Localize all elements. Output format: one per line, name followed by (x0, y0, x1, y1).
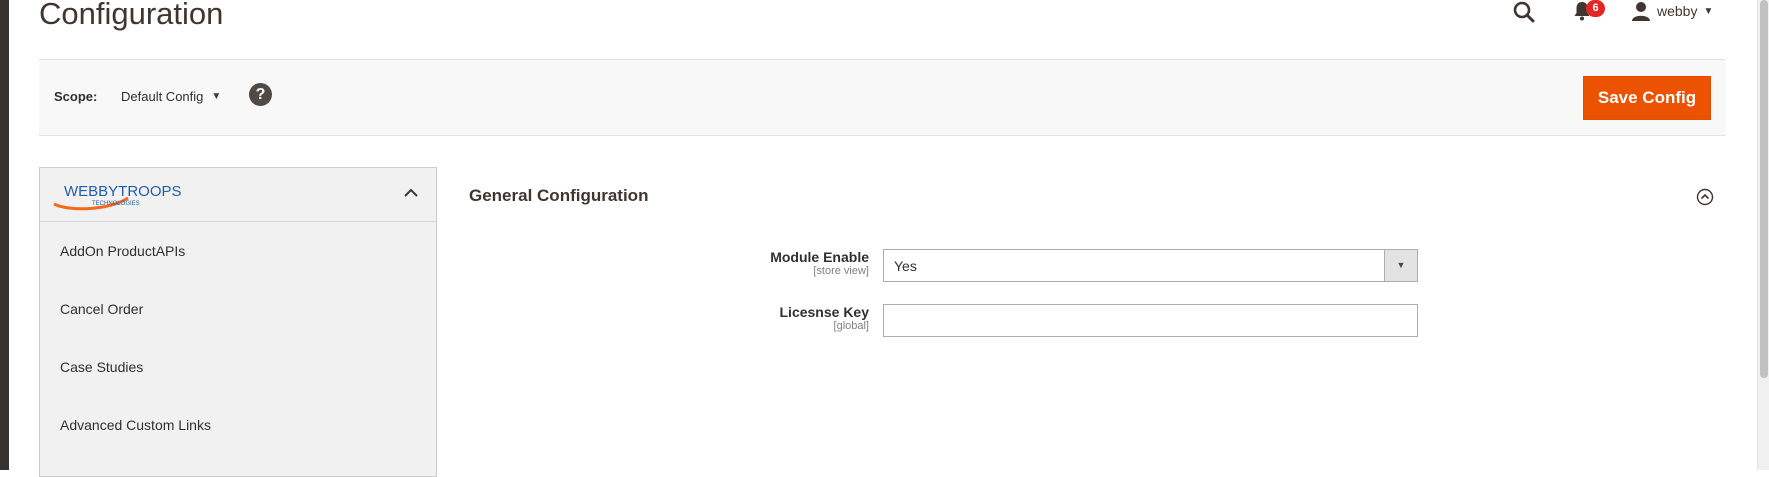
chevron-down-icon: ▼ (1384, 250, 1417, 281)
user-icon (1632, 2, 1650, 21)
module-enable-scope: [store view] (813, 265, 869, 277)
license-key-scope: [global] (833, 320, 869, 332)
search-icon[interactable] (1512, 0, 1536, 24)
module-enable-select[interactable]: Yes ▼ (883, 249, 1418, 282)
chevron-up-icon (404, 188, 418, 197)
chevron-down-icon: ▼ (1703, 5, 1714, 17)
logo-text: WEBBYTROOPS (64, 183, 182, 200)
sidebar-item-addon-productapis[interactable]: AddOn ProductAPIs (40, 222, 436, 280)
section-title[interactable]: General Configuration (469, 186, 648, 206)
field-label: Module Enable [store view] (770, 249, 869, 277)
scope-label: Scope: (54, 89, 98, 104)
sidebar-item-advanced-custom-links[interactable]: Advanced Custom Links (40, 396, 436, 454)
save-config-button[interactable]: Save Config (1583, 76, 1711, 120)
scope-value: Default Config (121, 89, 204, 104)
webbytroops-logo: WEBBYTROOPS TECHNOLOGIES (53, 183, 182, 211)
help-icon[interactable]: ? (249, 83, 272, 106)
collapse-section-icon[interactable] (1696, 188, 1714, 206)
sidebar-tab-header[interactable]: WEBBYTROOPS TECHNOLOGIES (40, 168, 436, 222)
user-menu[interactable]: webby ▼ (1631, 0, 1713, 22)
module-enable-value: Yes (894, 258, 917, 274)
scrollbar[interactable] (1757, 0, 1769, 470)
field-row-license-key: Licesnse Key [global] (700, 304, 1420, 344)
scrollbar-thumb[interactable] (1760, 0, 1768, 378)
logo-subtext: TECHNOLOGIES (92, 201, 140, 207)
page-title: Configuration (39, 0, 224, 31)
sidebar-item-cancel-order[interactable]: Cancel Order (40, 280, 436, 338)
sidebar-item-case-studies[interactable]: Case Studies (40, 338, 436, 396)
module-enable-label: Module Enable (770, 249, 869, 265)
window-edge (0, 0, 9, 470)
license-key-input[interactable] (883, 304, 1418, 337)
field-row-module-enable: Module Enable [store view] Yes ▼ (700, 249, 1420, 289)
license-key-label: Licesnse Key (779, 304, 870, 320)
sidebar-list: AddOn ProductAPIs Cancel Order Case Stud… (40, 222, 436, 454)
notifications-badge: 6 (1586, 0, 1605, 17)
notifications-button[interactable]: 6 (1573, 0, 1605, 24)
chevron-down-icon: ▼ (211, 91, 222, 102)
field-label: Licesnse Key [global] (780, 304, 870, 332)
scope-switcher[interactable]: Default Config ▼ (121, 89, 221, 104)
scope-bar: Scope: Default Config ▼ ? Save Config (39, 59, 1726, 136)
config-sidebar: WEBBYTROOPS TECHNOLOGIES AddOn ProductAP… (39, 167, 437, 477)
user-name: webby (1657, 3, 1698, 19)
